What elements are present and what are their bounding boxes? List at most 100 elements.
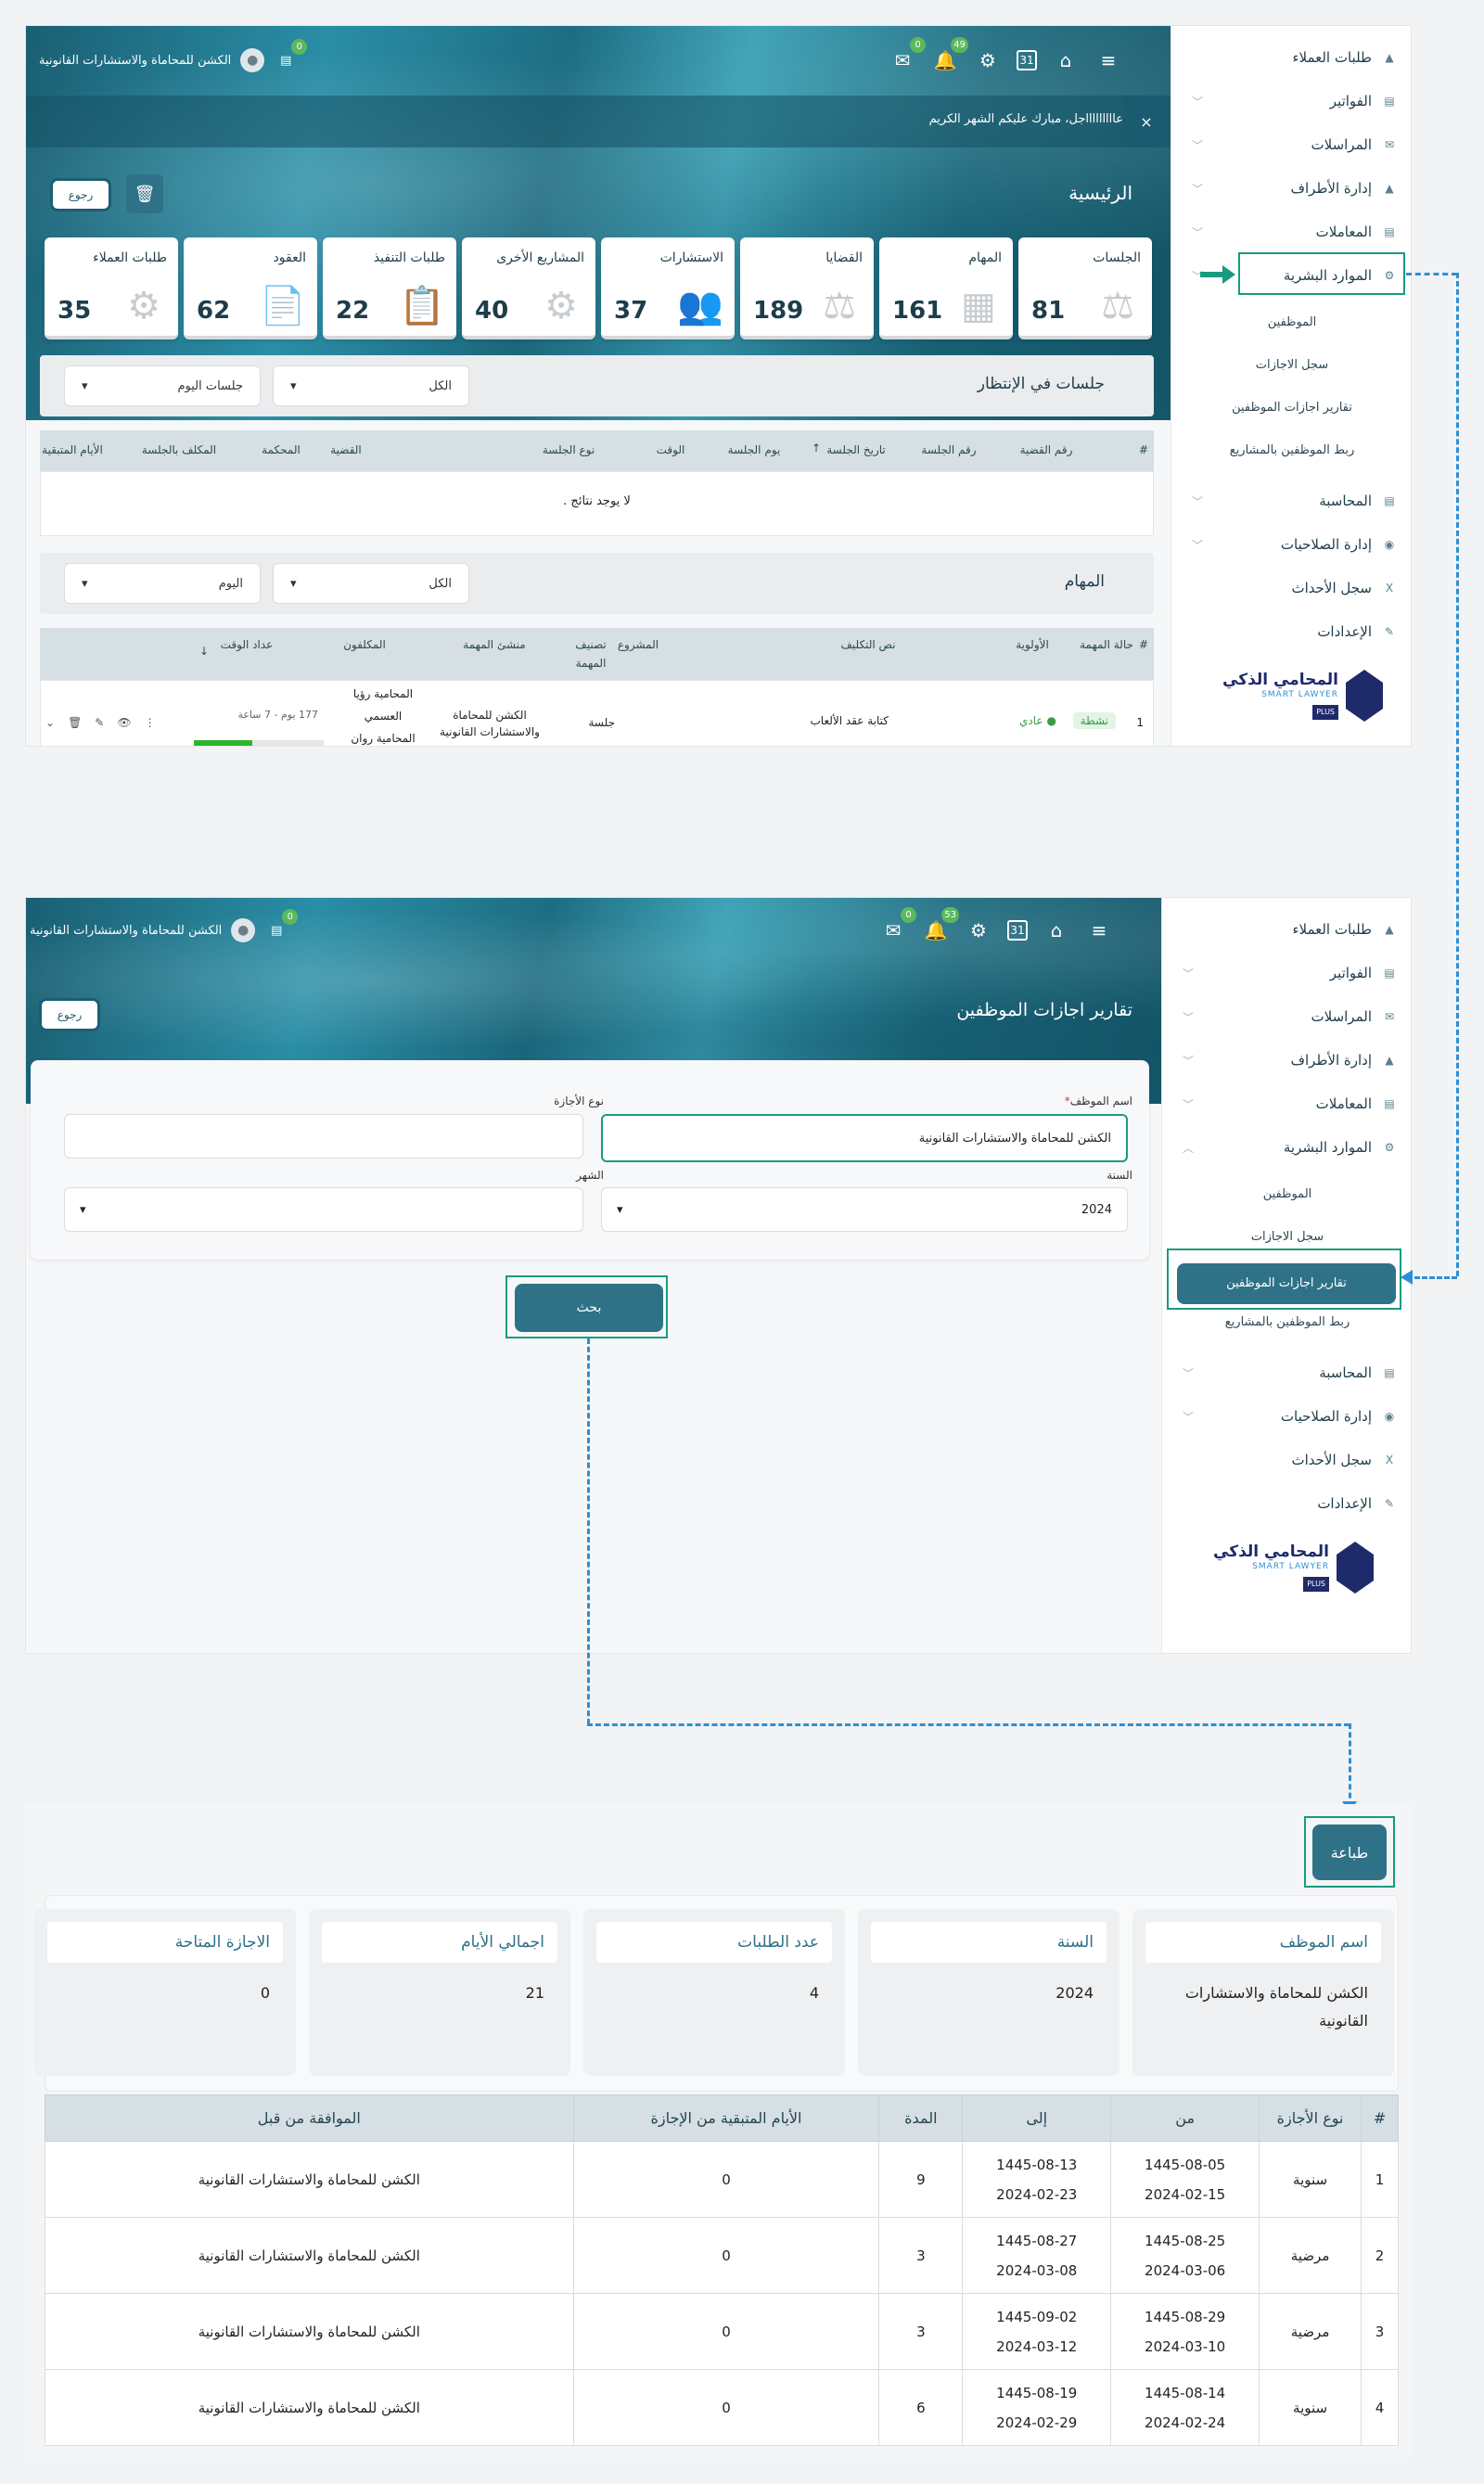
sort-arrow-icon[interactable]: ↑	[810, 442, 823, 455]
announcement-close[interactable]: ×	[1122, 96, 1171, 147]
reports-menu-highlight	[1167, 1248, 1401, 1310]
stat-card[interactable]: العقود 62 📄	[184, 237, 317, 339]
employee-select[interactable]: الكشن للمحاماة والاستشارات القانونية	[601, 1114, 1128, 1162]
bell-icon[interactable]: 🔔 53	[922, 907, 959, 944]
expand-icon[interactable]: ⌄	[45, 716, 55, 729]
sidebar-item[interactable]: طلبات العملاء ▲	[1171, 37, 1411, 78]
sidebar-item[interactable]: ﹀ إدارة الأطراف ▲	[1171, 168, 1411, 209]
sidebar-item[interactable]: ﹀ المحاسبة ▤	[1171, 480, 1411, 521]
column-header[interactable]: الوقت	[643, 443, 698, 456]
menu-icon[interactable]: ≡	[1094, 46, 1122, 74]
sidebar-item[interactable]: ﹀ إدارة الصلاحيات ◉	[1162, 1396, 1411, 1437]
column-header[interactable]: عداد الوقت	[205, 635, 288, 654]
sidebar-subitem[interactable]: تقارير اجازات الموظفين	[1171, 401, 1411, 415]
calendar-icon[interactable]: 31	[1017, 50, 1037, 70]
tasks-filter-today[interactable]: ▾ اليوم	[64, 563, 261, 604]
column-header[interactable]: تصنيف المهمة	[563, 635, 619, 672]
more-icon[interactable]: ⋮	[145, 716, 156, 729]
column-header[interactable]: نوع الجلسة	[531, 443, 606, 456]
stat-card[interactable]: الاستشارات 37 👥	[601, 237, 735, 339]
task-row[interactable]: 1 نشطة ● عادي كتابة عقد الألعاب جلسة الكش…	[40, 680, 1154, 746]
sidebar-subitem[interactable]: ربط الموظفين بالمشاريع	[1162, 1315, 1411, 1329]
month-select[interactable]: ▾	[64, 1187, 583, 1232]
stat-card[interactable]: الجلسات 81 ⚖	[1018, 237, 1152, 339]
tasks-filter-all[interactable]: ▾ الكل	[273, 563, 469, 604]
sidebar-item[interactable]: طلبات العملاء ▲	[1162, 909, 1411, 950]
column-header[interactable]: المكلف بالجلسة	[133, 443, 225, 456]
chevron-down-icon: ﹀	[1192, 138, 1204, 152]
stat-card[interactable]: القضايا 189 ⚖	[740, 237, 874, 339]
sessions-filter-today[interactable]: ▾ جلسات اليوم	[64, 365, 261, 406]
column-header[interactable]: تاريخ الجلسة	[819, 443, 893, 456]
sidebar-item[interactable]: ﹀ المعاملات ▤	[1171, 211, 1411, 252]
column-header[interactable]: الأيام المتبقية	[26, 443, 123, 456]
sidebar-item[interactable]: الإعدادات ✎	[1162, 1483, 1411, 1524]
sidebar-item[interactable]: ﹀ الفواتير ▤	[1171, 81, 1411, 122]
stat-card[interactable]: طلبات التنفيذ 22 📋	[323, 237, 456, 339]
stat-card[interactable]: المشاريع الأخرى 40 ⚙	[462, 237, 595, 339]
bell-icon[interactable]: 🔔 49	[931, 37, 968, 74]
sidebar-item[interactable]: ﹀ المحاسبة ▤	[1162, 1352, 1411, 1393]
row-number: 4	[1361, 2369, 1399, 2446]
back-button[interactable]: رجوع	[39, 998, 100, 1031]
transactions-icon: ▤	[1384, 225, 1395, 238]
chevron-down-icon: ﹀	[1183, 1410, 1195, 1424]
column-header[interactable]: منشئ المهمة	[448, 635, 541, 654]
sidebar-item[interactable]: ︿ الموارد البشرية ⚙	[1162, 1127, 1411, 1168]
sessions-filter-all[interactable]: ▾ الكل	[273, 365, 469, 406]
calendar-icon[interactable]: 31	[1007, 920, 1028, 941]
delete-button[interactable]: 🗑	[126, 174, 163, 213]
sidebar-subitem[interactable]: ربط الموظفين بالمشاريع	[1171, 443, 1411, 457]
chevron-down-icon: ﹀	[1192, 494, 1204, 508]
sidebar-subitem[interactable]: سجل الاجازات	[1171, 358, 1411, 372]
sidebar-item[interactable]: ﹀ المراسلات ✉	[1162, 996, 1411, 1037]
sidebar-item[interactable]: سجل الأحداث X	[1162, 1440, 1411, 1480]
column-header[interactable]: #	[1138, 635, 1149, 654]
column-header[interactable]: المحكمة	[244, 443, 318, 456]
sidebar-subitem[interactable]: الموظفين	[1171, 315, 1411, 329]
menu-icon[interactable]: ≡	[1085, 916, 1113, 944]
column-header[interactable]: الأولوية	[995, 635, 1069, 654]
sidebar-subitem[interactable]: الموظفين	[1162, 1187, 1411, 1201]
chat-icon[interactable]: ✉ 0	[879, 907, 916, 944]
column-header[interactable]: رقم الجلسة	[912, 443, 986, 456]
delete-icon[interactable]: 🗑	[68, 716, 82, 729]
column-header[interactable]: يوم الجلسة	[717, 443, 791, 456]
leave-type-select[interactable]	[64, 1114, 583, 1159]
excel-icon: X	[1385, 1453, 1394, 1466]
sidebar-item[interactable]: ﹀ الفواتير ▤	[1162, 953, 1411, 993]
toggle-icon[interactable]: ⚙	[974, 46, 1002, 74]
chat-icon[interactable]: ✉ 0	[889, 37, 926, 74]
column-header[interactable]: المكلفون	[318, 635, 411, 654]
sort-arrow-icon[interactable]: ↓	[198, 645, 211, 658]
sidebar-item[interactable]: ﹀ إدارة الأطراف ▲	[1162, 1040, 1411, 1081]
sidebar-item[interactable]: ﹀ المراسلات ✉	[1171, 124, 1411, 165]
back-button[interactable]: رجوع	[50, 178, 111, 211]
view-icon[interactable]: 👁	[117, 716, 131, 729]
messages-icon[interactable]: ▤ 0	[274, 39, 308, 72]
stat-card-value: 62	[197, 297, 231, 325]
column-header[interactable]: #	[1138, 443, 1149, 456]
column-header[interactable]: نص التكليف	[761, 635, 975, 654]
year-select[interactable]: 2024 ▾	[601, 1187, 1128, 1232]
edit-icon[interactable]: ✎	[95, 716, 104, 729]
home-icon[interactable]: ⌂	[1043, 916, 1070, 944]
toggle-icon[interactable]: ⚙	[965, 916, 992, 944]
column-header[interactable]: حالة المهمة	[1079, 635, 1134, 654]
stat-card[interactable]: طلبات العملاء 35 ⚙	[45, 237, 178, 339]
sidebar-item[interactable]: ﹀ المعاملات ▤	[1162, 1083, 1411, 1124]
sidebar-subitem[interactable]: سجل الاجازات	[1162, 1230, 1411, 1244]
logo-plus: PLUS	[1303, 1576, 1330, 1592]
sidebar-item[interactable]: الإعدادات ✎	[1171, 611, 1411, 652]
hr-icon: ⚙	[1384, 1141, 1395, 1154]
column-header: الموافقة من قبل	[45, 2094, 574, 2142]
home-icon[interactable]: ⌂	[1052, 46, 1080, 74]
stat-card[interactable]: المهام 161 ▦	[879, 237, 1013, 339]
stat-card-title: المهام	[968, 250, 1002, 265]
user-area[interactable]: ▤ 0 ● الكشن للمحاماة والاستشارات القانوني…	[30, 909, 299, 942]
sidebar-item[interactable]: ﹀ إدارة الصلاحيات ◉	[1171, 524, 1411, 565]
messages-icon[interactable]: ▤ 0	[264, 909, 299, 942]
user-area[interactable]: ▤ 0 ● الكشن للمحاماة والاستشارات القانوني…	[39, 39, 308, 72]
sidebar-item[interactable]: سجل الأحداث X	[1171, 568, 1411, 608]
column-header[interactable]: رقم القضية	[1014, 443, 1079, 456]
